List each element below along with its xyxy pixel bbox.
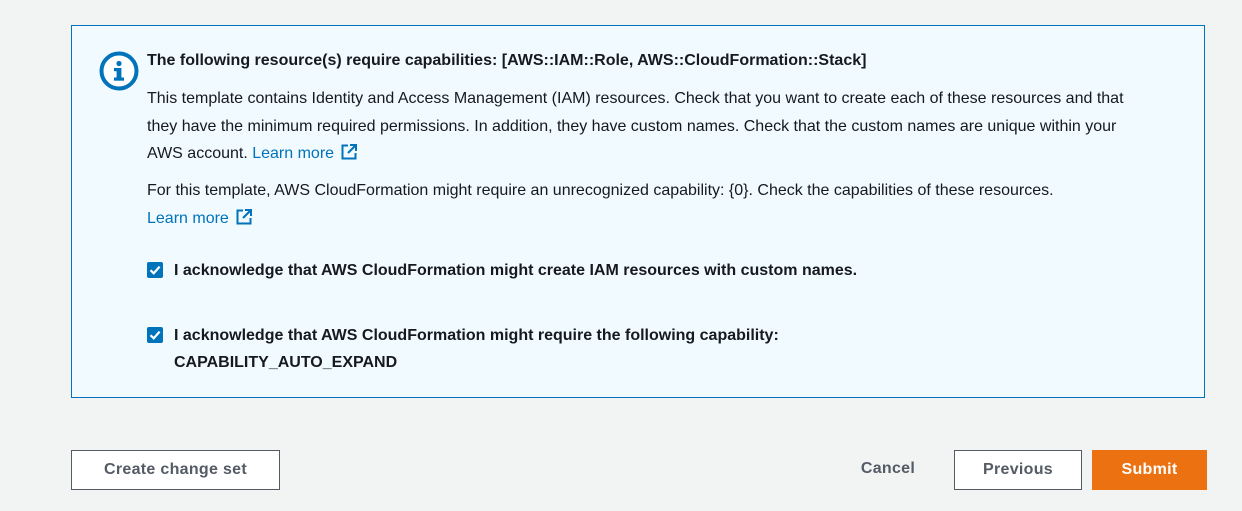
- submit-button[interactable]: Submit: [1092, 450, 1207, 490]
- cancel-button[interactable]: Cancel: [846, 450, 930, 490]
- external-link-icon: [341, 144, 358, 160]
- learn-more-label[interactable]: Learn more: [147, 210, 229, 227]
- external-link-icon: [236, 208, 252, 224]
- ack-iam-label[interactable]: I acknowledge that AWS CloudFormation mi…: [174, 257, 887, 284]
- learn-more-link-iam[interactable]: Learn more: [252, 144, 358, 162]
- alert-title: The following resource(s) require capabi…: [147, 52, 867, 69]
- learn-more-link-capability[interactable]: Learn more: [147, 208, 253, 227]
- capabilities-alert: The following resource(s) require capabi…: [71, 25, 1205, 398]
- ack-auto-expand[interactable]: I acknowledge that AWS CloudFormation mi…: [147, 322, 887, 376]
- check-icon: [149, 330, 161, 340]
- ack-iam-resources[interactable]: I acknowledge that AWS CloudFormation mi…: [147, 257, 887, 284]
- capability-description-text: For this template, AWS CloudFormation mi…: [147, 182, 1054, 199]
- info-icon: [99, 51, 139, 91]
- ack-auto-expand-label[interactable]: I acknowledge that AWS CloudFormation mi…: [174, 322, 887, 376]
- capability-description: For this template, AWS CloudFormation mi…: [147, 177, 1147, 232]
- create-change-set-button[interactable]: Create change set: [71, 450, 280, 490]
- iam-description: This template contains Identity and Acce…: [147, 85, 1147, 168]
- ack-auto-expand-checkbox[interactable]: [147, 327, 163, 343]
- ack-iam-checkbox[interactable]: [147, 262, 163, 278]
- check-icon: [149, 265, 161, 275]
- learn-more-label[interactable]: Learn more: [252, 145, 334, 162]
- previous-button[interactable]: Previous: [954, 450, 1082, 490]
